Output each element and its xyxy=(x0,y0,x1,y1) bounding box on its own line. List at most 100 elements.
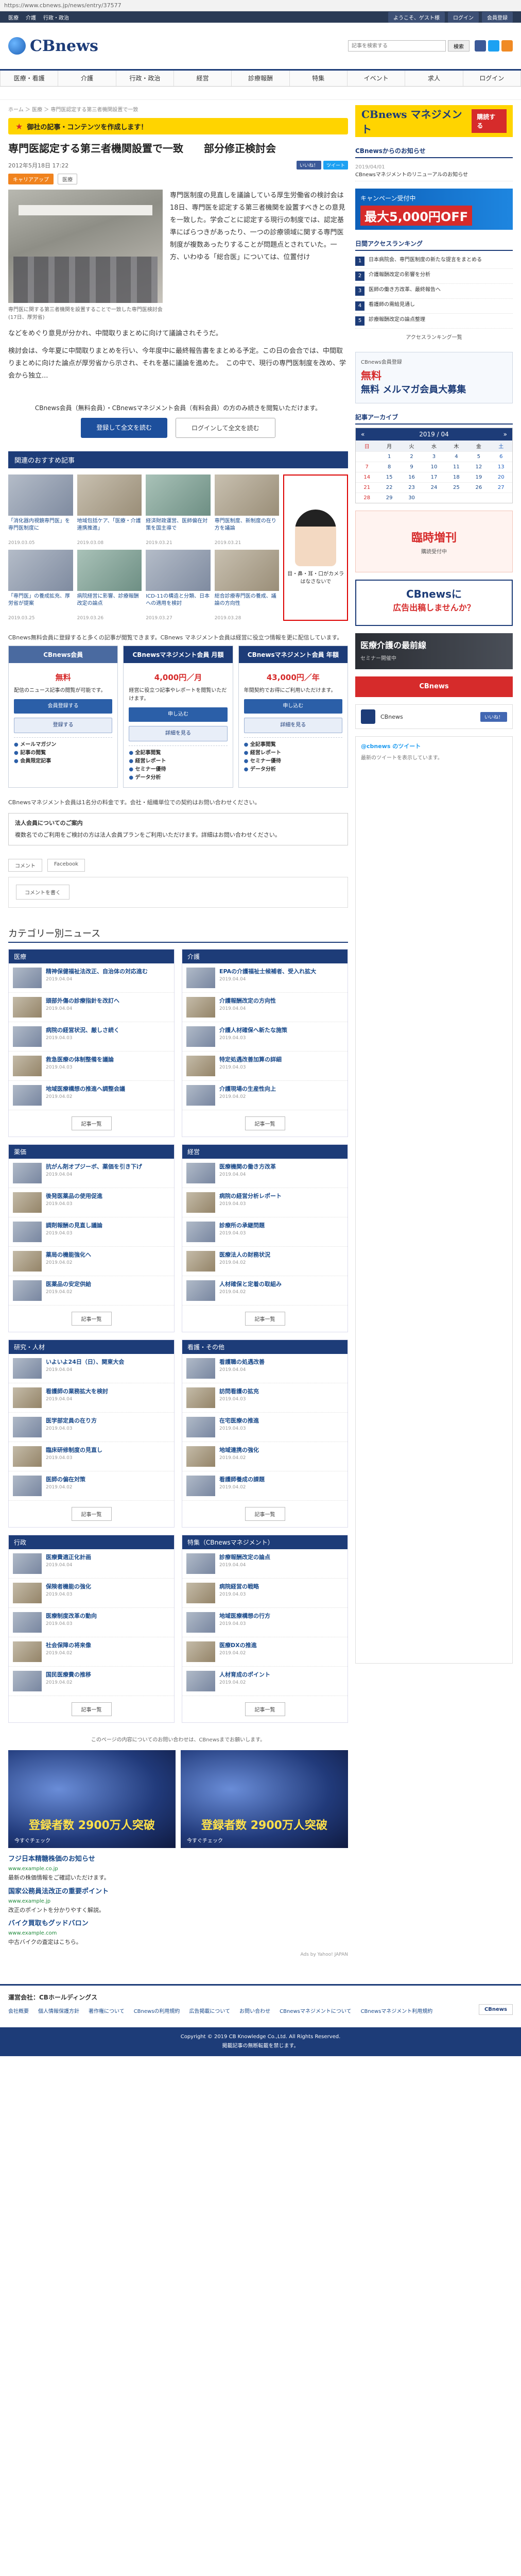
tab-comment[interactable]: コメント xyxy=(8,859,42,872)
register-link[interactable]: 会員登録 xyxy=(482,11,513,23)
calendar-day[interactable]: 24 xyxy=(423,482,445,493)
calendar-day[interactable]: 11 xyxy=(445,462,468,472)
category-row[interactable]: 地域連携の強化 2019.04.02 xyxy=(182,1442,348,1472)
category-heading[interactable]: 薬価 xyxy=(9,1145,174,1159)
category-row[interactable]: 医療DXの推進 2019.04.02 xyxy=(182,1637,348,1667)
reco-card[interactable]: 総合診療専門医の養成、議論の方向性 2019.03.28 xyxy=(214,549,280,621)
plan-primary-button[interactable]: 申し込む xyxy=(129,707,228,722)
category-row[interactable]: EPAの介護福祉士候補者、受入れ拡大 2019.04.04 xyxy=(182,963,348,993)
nav-item-3[interactable]: 行政・政治 xyxy=(116,71,174,86)
category-row[interactable]: 看護師の業務拡大を検討 2019.04.04 xyxy=(9,1383,174,1413)
category-row[interactable]: 医療制度改革の動向 2019.04.03 xyxy=(9,1608,174,1638)
category-row[interactable]: 精神保健福祉法改正、自治体の対応進む 2019.04.04 xyxy=(9,963,174,993)
category-heading[interactable]: 研究・人材 xyxy=(9,1340,174,1354)
footer-logo-text[interactable]: CBnews xyxy=(478,2004,513,2015)
calendar-day[interactable]: 13 xyxy=(490,462,512,472)
side-news-item[interactable]: 2019/04/01 CBnewsマネジメントのリニューアルのお知らせ xyxy=(355,161,513,181)
footer-link[interactable]: CBnewsマネジメント利用規約 xyxy=(361,2007,433,2014)
calendar-day[interactable]: 10 xyxy=(423,462,445,472)
category-row[interactable]: 病院の経営分析レポート 2019.04.03 xyxy=(182,1188,348,1218)
category-heading[interactable]: 特集（CBnewsマネジメント） xyxy=(182,1535,348,1550)
calendar-day[interactable]: 25 xyxy=(445,482,468,493)
nav-item-8[interactable]: 求人 xyxy=(405,71,463,86)
calendar-next-icon[interactable]: » xyxy=(503,431,507,438)
category-more-button[interactable]: 記事一覧 xyxy=(245,1116,285,1131)
ranking-item[interactable]: 4 看護師の需給見通し xyxy=(355,299,513,314)
side-ad-register[interactable]: CBnews会員登録 無料 無料 メルマガ会員大募集 xyxy=(355,352,513,403)
reco-ad[interactable]: 目・鼻・耳・口がカメラ はなさないで xyxy=(283,474,348,621)
category-row[interactable]: 抗がん剤オプジーボ、薬価を引き下げ 2019.04.04 xyxy=(9,1159,174,1189)
nav-item-6[interactable]: 特集 xyxy=(290,71,348,86)
footer-link[interactable]: 会社概要 xyxy=(8,2007,29,2014)
category-row[interactable]: 人材育成のポイント 2019.04.02 xyxy=(182,1667,348,1697)
ads-by[interactable]: Ads by Yahoo! JAPAN xyxy=(8,1951,348,1958)
category-row[interactable]: 診療報酬改定の論点 2019.04.04 xyxy=(182,1549,348,1579)
category-heading[interactable]: 医療 xyxy=(9,950,174,964)
ranking-item[interactable]: 1 日本病院会、専門医制度の新たな提言をまとめる xyxy=(355,254,513,269)
facebook-like-button[interactable]: いいね！ xyxy=(480,711,507,722)
twitter-widget-title[interactable]: @cbnews のツイート xyxy=(361,742,507,750)
text-ad-title[interactable]: バイク買取もグッドバロン xyxy=(8,1920,89,1927)
calendar-day[interactable]: 1 xyxy=(378,451,401,462)
ranking-item[interactable]: 5 診療報酬改定の論点整理 xyxy=(355,314,513,329)
category-row[interactable]: 病院の経営状況、厳しさ続く 2019.04.03 xyxy=(9,1022,174,1052)
side-ad-campaign[interactable]: キャンペーン受付中 最大5,000円OFF xyxy=(355,189,513,230)
calendar-day[interactable]: 15 xyxy=(378,472,401,483)
calendar-day[interactable]: 29 xyxy=(378,493,401,503)
calendar-day[interactable]: 9 xyxy=(400,462,423,472)
category-row[interactable]: 介護現場の生産性向上 2019.04.02 xyxy=(182,1081,348,1111)
category-row[interactable]: 看護職の処遇改善 2019.04.04 xyxy=(182,1354,348,1384)
calendar-day[interactable]: 7 xyxy=(356,462,378,472)
category-more-button[interactable]: 記事一覧 xyxy=(71,1702,112,1717)
big-ad[interactable]: 登録者数 2900万人突破 今すぐチェック xyxy=(8,1750,176,1849)
category-row[interactable]: 医師の偏在対策 2019.04.02 xyxy=(9,1471,174,1501)
category-row[interactable]: 病院経営の戦略 2019.04.03 xyxy=(182,1579,348,1608)
tweet-button[interactable]: ツイート xyxy=(323,161,348,170)
plan-primary-button[interactable]: 申し込む xyxy=(244,699,342,714)
category-row[interactable]: 社会保障の将来像 2019.04.02 xyxy=(9,1637,174,1667)
rss-icon[interactable] xyxy=(501,40,513,52)
category-row[interactable]: いよいよ24日（日）、関東大会 2019.04.04 xyxy=(9,1354,174,1384)
text-ad-title[interactable]: フジ日本精糖株価のお知らせ xyxy=(8,1855,95,1863)
category-more-button[interactable]: 記事一覧 xyxy=(245,1312,285,1326)
side-ad-management[interactable]: CBnews マネジメント 購読する xyxy=(355,105,513,137)
footer-link[interactable]: 広告掲載について xyxy=(189,2007,230,2014)
nav-item-4[interactable]: 経営 xyxy=(174,71,232,86)
register-read-button[interactable]: 登録して全文を読む xyxy=(81,417,167,438)
calendar-day[interactable]: 27 xyxy=(490,482,512,493)
category-row[interactable]: 後発医薬品の使用促進 2019.04.03 xyxy=(9,1188,174,1218)
reco-card[interactable]: 経済財政運営、医師偏在対策を国主導で 2019.03.21 xyxy=(146,474,211,546)
category-row[interactable]: 医薬品の安定供給 2019.04.02 xyxy=(9,1276,174,1306)
reco-card[interactable]: ICD-11の構造と分類、日本への適用を検討 2019.03.27 xyxy=(146,549,211,621)
calendar-day[interactable]: 12 xyxy=(467,462,490,472)
twitter-icon[interactable] xyxy=(488,40,499,52)
nav-item-1[interactable]: 医療・看護 xyxy=(0,71,59,86)
text-ad-title[interactable]: 国家公務員法改正の重要ポイント xyxy=(8,1888,109,1895)
category-row[interactable]: 介護人材確保へ新たな施策 2019.04.03 xyxy=(182,1022,348,1052)
category-row[interactable]: 国民医療費の推移 2019.04.02 xyxy=(9,1667,174,1697)
reco-card[interactable]: 専門医制度、新制度の在り方を議論 2019.03.21 xyxy=(214,474,280,546)
footer-link[interactable]: 著作権について xyxy=(89,2007,125,2014)
calendar-day[interactable]: 6 xyxy=(490,451,512,462)
category-row[interactable]: 医療法人の財務状況 2019.04.02 xyxy=(182,1247,348,1277)
calendar-day[interactable]: 18 xyxy=(445,472,468,483)
tag-1[interactable]: キャリアアップ xyxy=(8,174,54,184)
calendar-day[interactable]: 2 xyxy=(400,451,423,462)
nav-item-9[interactable]: ログイン xyxy=(463,71,521,86)
category-row[interactable]: 医学部定員の在り方 2019.04.03 xyxy=(9,1413,174,1443)
login-link[interactable]: ログイン xyxy=(448,11,479,23)
category-more-button[interactable]: 記事一覧 xyxy=(245,1507,285,1521)
url-bar[interactable]: https://www.cbnews.jp/news/entry/37577 xyxy=(0,0,521,11)
tab-facebook[interactable]: Facebook xyxy=(47,859,85,872)
category-row[interactable]: 看護師養成の課題 2019.04.02 xyxy=(182,1471,348,1501)
nav-item-5[interactable]: 診療報酬 xyxy=(232,71,290,86)
category-row[interactable]: 訪問看護の拡充 2019.04.03 xyxy=(182,1383,348,1413)
category-row[interactable]: 救急医療の体制整備を議論 2019.04.03 xyxy=(9,1052,174,1081)
reco-card[interactable]: 地域包括ケア、「医療・介護連携推進」 2019.03.08 xyxy=(77,474,142,546)
nav-item-2[interactable]: 介護 xyxy=(58,71,116,86)
side-ad-issue[interactable]: 臨時増刊 購読受付中 xyxy=(355,511,513,572)
category-heading[interactable]: 経営 xyxy=(182,1145,348,1159)
footer-link[interactable]: お問い合わせ xyxy=(239,2007,270,2014)
category-row[interactable]: 医療費適正化計画 2019.04.04 xyxy=(9,1549,174,1579)
login-read-button[interactable]: ログインして全文を読む xyxy=(176,417,275,438)
